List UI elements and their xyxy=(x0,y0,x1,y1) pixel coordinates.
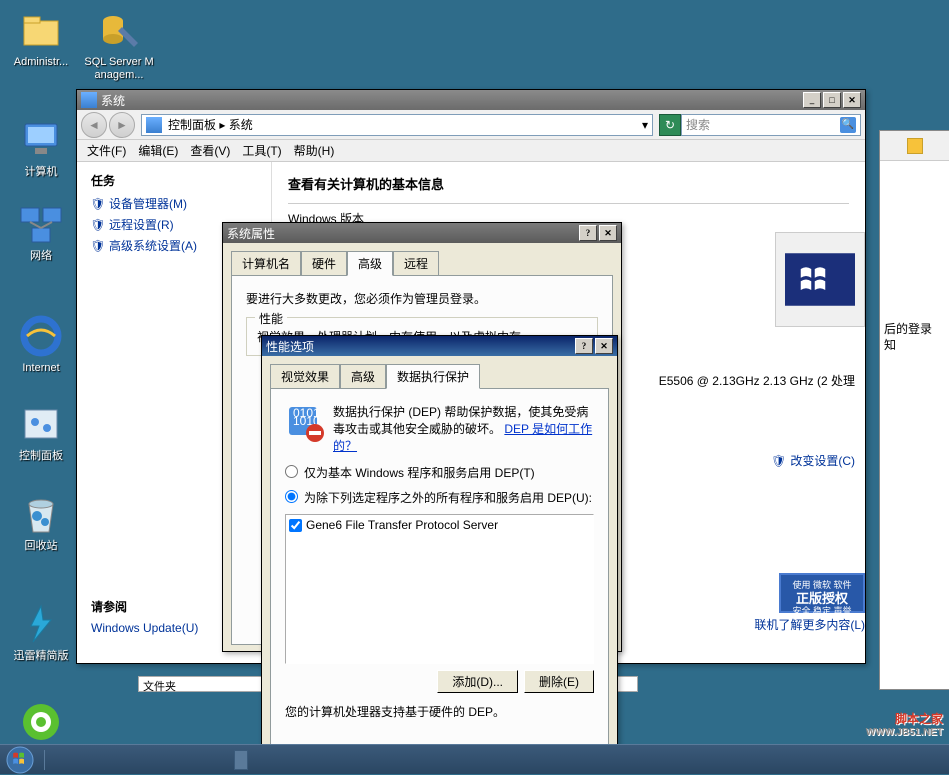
props-close-button[interactable]: ✕ xyxy=(599,225,617,241)
menubar: 文件(F) 编辑(E) 查看(V) 工具(T) 帮助(H) xyxy=(77,140,865,162)
network-icon xyxy=(17,200,65,248)
link-device-manager[interactable]: 🛡设备管理器(M) xyxy=(91,195,257,212)
desktop-icon-network[interactable]: 网络 xyxy=(6,200,76,263)
remove-button[interactable]: 删除(E) xyxy=(524,670,594,693)
performance-options-dialog: 性能选项 ? ✕ 视觉效果 高级 数据执行保护 01011010 数据执行保护 … xyxy=(261,335,618,765)
menu-file[interactable]: 文件(F) xyxy=(81,140,132,161)
shield-icon: 🛡 xyxy=(91,197,105,211)
admin-note: 要进行大多数更改，您必须作为管理员登录。 xyxy=(246,290,598,307)
search-box[interactable]: 搜索 🔍 xyxy=(681,114,861,136)
menu-help[interactable]: 帮助(H) xyxy=(288,140,341,161)
system-titlebar[interactable]: 系统 _ □ ✕ xyxy=(77,90,865,110)
recyclebin-icon xyxy=(17,490,65,538)
props-help-button[interactable]: ? xyxy=(579,225,597,241)
shield-icon: 🛡 xyxy=(91,218,105,232)
performance-group-label: 性能 xyxy=(255,310,287,327)
desktop-icon-360[interactable] xyxy=(6,698,76,748)
minimize-button[interactable]: _ xyxy=(803,92,821,108)
tab-remote[interactable]: 远程 xyxy=(393,251,439,275)
perf-close-button[interactable]: ✕ xyxy=(595,338,613,354)
nav-back-button[interactable]: ◄ xyxy=(81,112,107,138)
desktop-icon-ie[interactable]: Internet xyxy=(6,312,76,375)
page-heading: 查看有关计算机的基本信息 xyxy=(288,174,849,193)
nav-forward-button[interactable]: ► xyxy=(109,112,135,138)
desktop-icon-computer[interactable]: 计算机 xyxy=(6,116,76,179)
xunlei-icon xyxy=(17,600,65,648)
maximize-button[interactable]: □ xyxy=(823,92,841,108)
dep-footnote: 您的计算机处理器支持基于硬件的 DEP。 xyxy=(285,703,594,720)
desktop-icon-recyclebin[interactable]: 回收站 xyxy=(6,490,76,553)
system-window-icon xyxy=(81,92,97,108)
perf-titlebar[interactable]: 性能选项 ? ✕ xyxy=(262,336,617,356)
desktop-icon-xunlei[interactable]: 迅雷精简版 xyxy=(6,600,76,663)
tab-advanced[interactable]: 高级 xyxy=(347,251,393,276)
address-icon xyxy=(146,117,162,133)
go-button[interactable]: ↻ xyxy=(659,114,681,136)
address-bar[interactable]: 控制面板 ▸ 系统 ▾ xyxy=(141,114,653,136)
dep-exception-list[interactable]: Gene6 File Transfer Protocol Server xyxy=(285,514,594,664)
windows-logo-panel xyxy=(775,232,865,327)
cpu-info: E5506 @ 2.13GHz 2.13 GHz (2 处理 xyxy=(659,372,855,389)
tab-hardware[interactable]: 硬件 xyxy=(301,251,347,275)
radio-dep-basic[interactable] xyxy=(285,465,298,478)
desktop-icon-sqlserver[interactable]: SQL Server Managem... xyxy=(84,6,154,82)
tab-computer-name[interactable]: 计算机名 xyxy=(231,251,301,275)
change-settings-link[interactable]: 🛡改变设置(C) xyxy=(771,452,855,469)
folder-user-icon xyxy=(17,6,65,54)
learn-more-link[interactable]: 联机了解更多内容(L) xyxy=(754,616,865,633)
menu-edit[interactable]: 编辑(E) xyxy=(132,140,184,161)
close-button[interactable]: ✕ xyxy=(843,92,861,108)
desktop-icon-controlpanel[interactable]: 控制面板 xyxy=(6,400,76,463)
start-button[interactable] xyxy=(0,745,40,775)
shield-icon: 🛡 xyxy=(771,454,786,468)
tab-perf-advanced[interactable]: 高级 xyxy=(340,364,386,388)
genuine-badge: 使用 微软 软件 正版授权 安全 稳定 声誉 xyxy=(779,573,865,613)
props-titlebar[interactable]: 系统属性 ? ✕ xyxy=(223,223,621,243)
menu-tools[interactable]: 工具(T) xyxy=(236,140,287,161)
taskbar-item[interactable] xyxy=(234,750,248,770)
tab-dep[interactable]: 数据执行保护 xyxy=(386,364,480,389)
background-window: 后的登录 知 xyxy=(879,130,949,690)
controlpanel-icon xyxy=(17,400,65,448)
computer-icon xyxy=(17,116,65,164)
menu-view[interactable]: 查看(V) xyxy=(184,140,236,161)
list-item[interactable]: Gene6 File Transfer Protocol Server xyxy=(288,517,591,533)
tasks-header: 任务 xyxy=(91,172,257,189)
desktop-icon-administrator[interactable]: Administr... xyxy=(6,6,76,69)
perf-help-button[interactable]: ? xyxy=(575,338,593,354)
shield-icon: 🛡 xyxy=(91,239,105,253)
360-icon xyxy=(17,698,65,746)
tab-visual-effects[interactable]: 视觉效果 xyxy=(270,364,340,388)
radio-dep-all-except[interactable] xyxy=(285,490,298,503)
radio-dep-all-label[interactable]: 为除下列选定程序之外的所有程序和服务启用 DEP(U): xyxy=(304,489,592,506)
watermark: 脚本之家 WWW.JB51.NET xyxy=(866,712,943,740)
ie-icon xyxy=(17,312,65,360)
add-button[interactable]: 添加(D)... xyxy=(437,670,518,693)
dep-icon: 01011010 xyxy=(285,403,325,443)
radio-dep-basic-label[interactable]: 仅为基本 Windows 程序和服务启用 DEP(T) xyxy=(304,464,535,481)
sql-icon xyxy=(95,6,143,54)
taskbar[interactable] xyxy=(0,744,949,774)
search-icon[interactable]: 🔍 xyxy=(840,117,856,133)
dep-description: 数据执行保护 (DEP) 帮助保护数据，使其免受病毒攻击或其他安全威胁的破坏。 … xyxy=(333,403,594,454)
list-item-checkbox[interactable] xyxy=(289,519,302,532)
